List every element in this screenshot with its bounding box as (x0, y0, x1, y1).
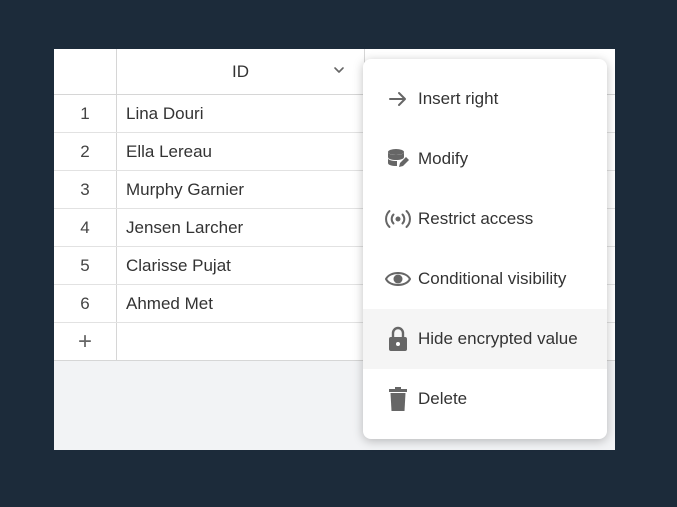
row-number: 5 (54, 247, 117, 284)
row-number: 3 (54, 171, 117, 208)
menu-item-hide-encrypted-value[interactable]: Hide encrypted value (363, 309, 607, 369)
menu-item-conditional-visibility[interactable]: Conditional visibility (363, 249, 607, 309)
menu-item-label: Modify (418, 149, 469, 168)
add-row-button[interactable]: + (54, 323, 117, 360)
broadcast-icon (385, 206, 411, 232)
column-header-id[interactable]: ID (117, 49, 365, 94)
lock-icon (385, 326, 411, 352)
chevron-down-icon[interactable] (332, 63, 346, 77)
menu-item-modify[interactable]: Modify (363, 129, 607, 189)
cell-name[interactable]: Ella Lereau (117, 133, 365, 170)
row-number: 4 (54, 209, 117, 246)
cell-name[interactable]: Ahmed Met (117, 285, 365, 322)
row-number: 6 (54, 285, 117, 322)
database-edit-icon (385, 146, 411, 172)
menu-item-label: Conditional visibility (418, 269, 567, 288)
menu-item-label: Hide encrypted value (418, 329, 578, 348)
cell-name[interactable]: Clarisse Pujat (117, 247, 365, 284)
menu-item-label: Restrict access (418, 209, 534, 228)
arrow-right-icon (385, 86, 411, 112)
menu-item-label: Insert right (418, 89, 499, 108)
menu-item-restrict-access[interactable]: Restrict access (363, 189, 607, 249)
menu-item-label: Delete (418, 389, 468, 408)
column-header-label: ID (232, 61, 249, 81)
menu-item-delete[interactable]: Delete (363, 369, 607, 429)
menu-item-insert-right[interactable]: Insert right (363, 69, 607, 129)
column-context-menu: Insert right Modify Restrict access Cond… (363, 59, 607, 439)
eye-icon (385, 266, 411, 292)
row-number-header (54, 49, 117, 94)
cell-name[interactable]: Lina Douri (117, 95, 365, 132)
row-number: 1 (54, 95, 117, 132)
row-number: 2 (54, 133, 117, 170)
cell-name[interactable]: Jensen Larcher (117, 209, 365, 246)
trash-icon (385, 386, 411, 412)
cell-name[interactable]: Murphy Garnier (117, 171, 365, 208)
